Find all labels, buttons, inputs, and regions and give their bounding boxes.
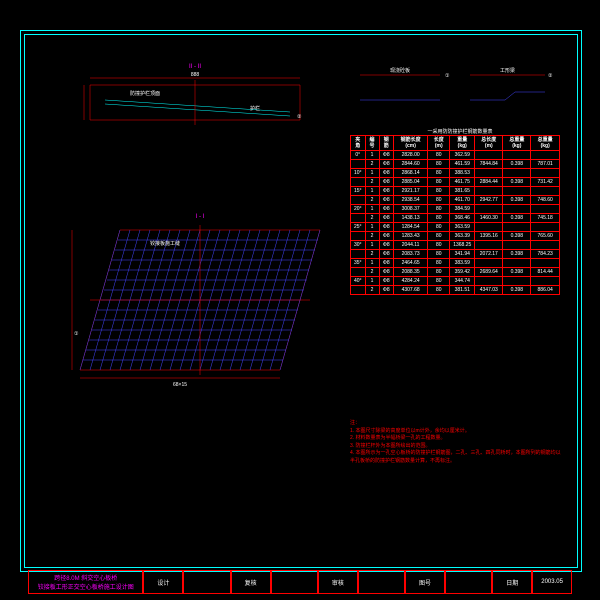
annot-a3: 铰接板施工缝 [150, 240, 180, 247]
notes-block: 注： 1. 本图尺寸除梁的高度单位以m计外，余均以厘米计。2. 材料数量表为半幅… [350, 420, 565, 465]
section-bot-label: I - I [196, 214, 205, 220]
legend-n1: ① [445, 73, 450, 79]
annot-a5: ② [297, 114, 302, 120]
legend-n2: ② [548, 73, 553, 79]
annot-a2: 护栏 [250, 105, 260, 112]
section-top-label: II - II [189, 64, 201, 70]
annot-a4: ① [74, 331, 79, 337]
table-title: 一采用防防撞护栏钢筋数量表 [395, 128, 525, 135]
rebar-table: 夹角编号钢筋钢筋长度 (cm)长度 (m)重量 (kg)总长度 (m)总重量 (… [350, 135, 560, 295]
titleblock: 跨径8.0M 斜交空心板桥铰接板工形正交空心板桥施工设计图 设计 复核 审核 图… [28, 570, 572, 594]
dim-bot: 68×15 [173, 382, 187, 388]
annot-a1: 防撞护栏顶面 [130, 90, 160, 97]
legend-left: 现浇砼板 [390, 67, 410, 74]
dim-top: 888 [191, 72, 200, 78]
dim-bot-h: 600 [70, 296, 72, 305]
legend-right: 工形梁 [500, 67, 515, 74]
notes-title: 注： [350, 420, 360, 426]
